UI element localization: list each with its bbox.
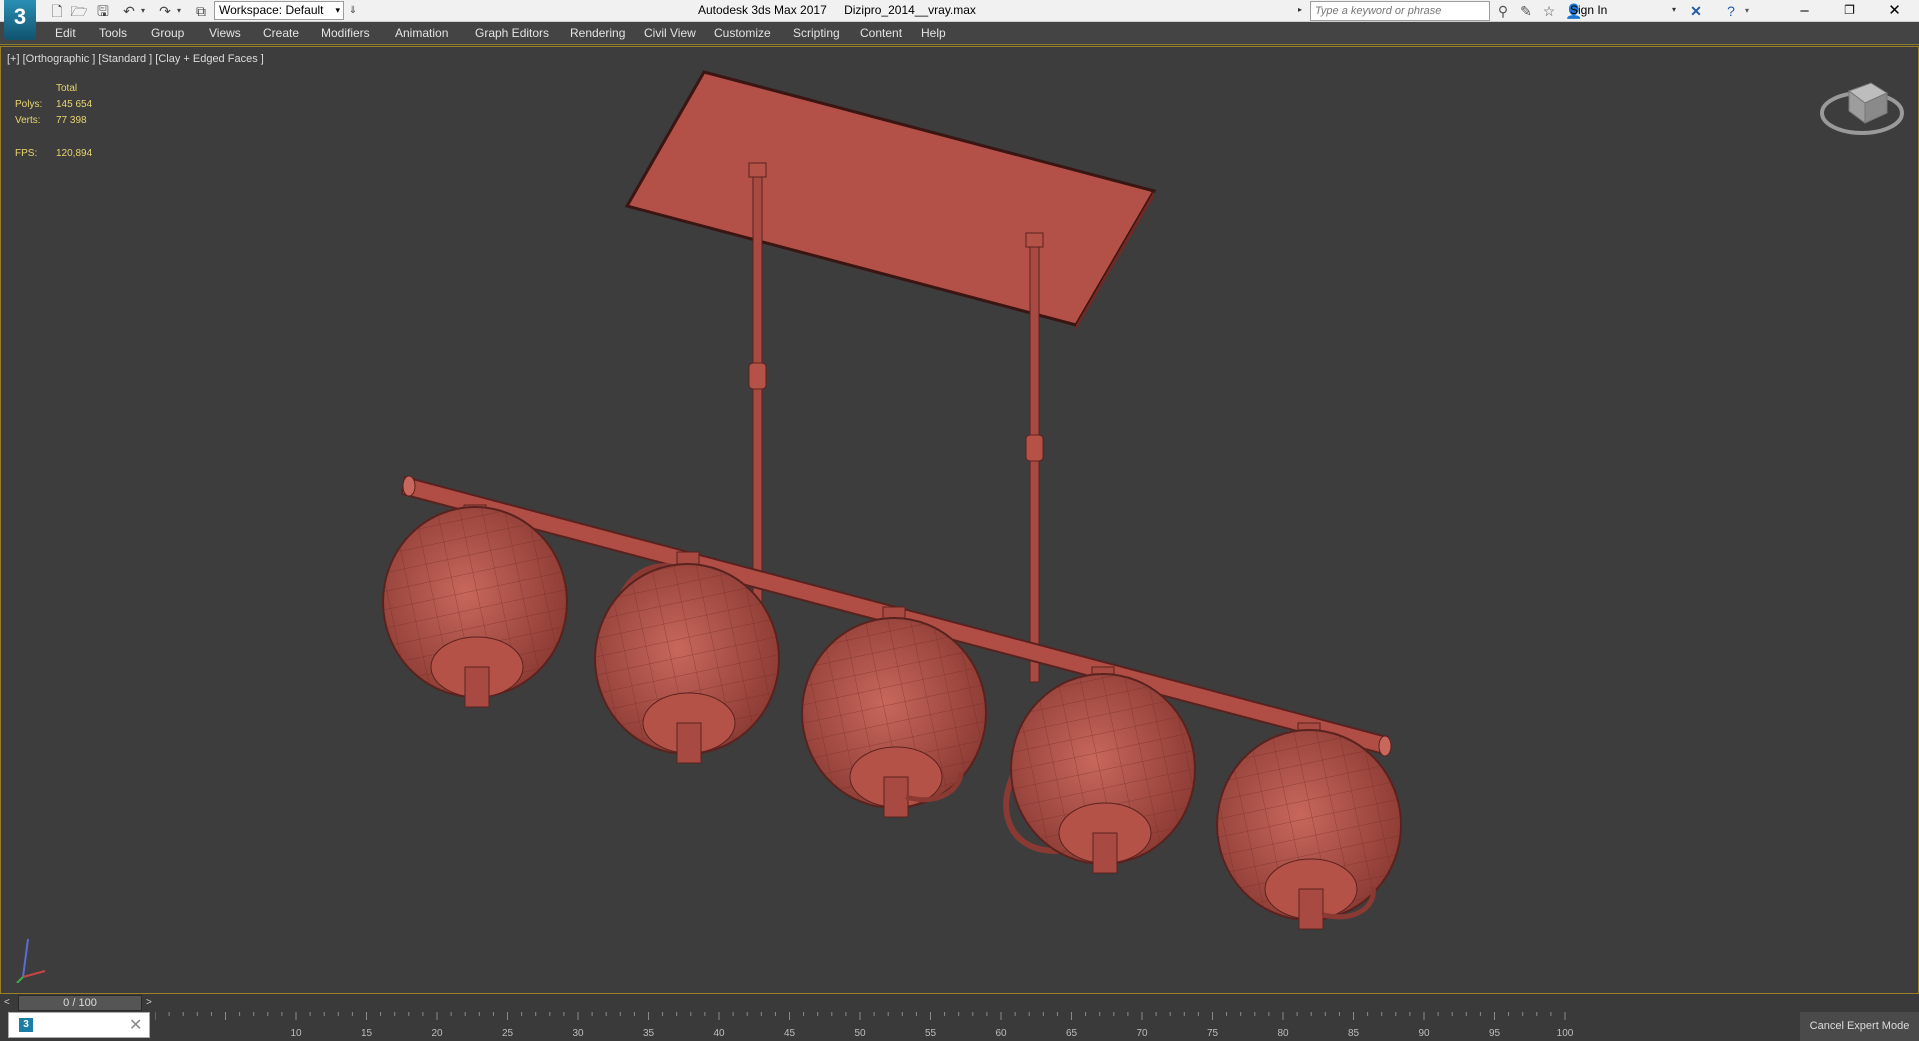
menu-content[interactable]: Content: [860, 26, 902, 40]
timeline-tick-label: 75: [1207, 1028, 1219, 1039]
timeline-tick-label: 35: [643, 1028, 655, 1039]
redo-icon[interactable]: ↷: [156, 2, 174, 20]
subscription-icon[interactable]: ✎: [1517, 2, 1535, 20]
perspective-viewport[interactable]: [+] [Orthographic ] [Standard ] [Clay + …: [0, 46, 1919, 994]
menu-scripting[interactable]: Scripting: [793, 26, 840, 40]
timeline-tick-label: 70: [1136, 1028, 1148, 1039]
timeline-tick-label: 65: [1066, 1028, 1078, 1039]
binoculars-icon[interactable]: ⚲: [1494, 2, 1512, 20]
save-file-icon[interactable]: 🖫: [94, 2, 112, 20]
undo-dropdown-icon[interactable]: ▾: [138, 2, 148, 20]
restore-button[interactable]: ❐: [1827, 0, 1872, 21]
timeline-tick-label: 10: [290, 1028, 302, 1039]
track-bar: 3 ✕ 10 15 20 25 30 35 40 45 50 55 60 65 70 75 80 85 90 95…: [0, 1012, 1919, 1041]
project-folder-icon[interactable]: ⧉: [192, 2, 210, 20]
workspace-select[interactable]: Workspace: Default ▾: [214, 1, 344, 20]
timeline-tick-label: 55: [925, 1028, 937, 1039]
menu-tools[interactable]: Tools: [99, 26, 127, 40]
app-mini-icon: 3: [19, 1018, 33, 1032]
menu-bar: Edit Tools Group Views Create Modifiers …: [0, 22, 1919, 45]
search-expand-icon[interactable]: ▸: [1298, 5, 1302, 14]
workspace-label: Workspace: Default: [219, 3, 324, 17]
stats-fps-value: 120,894: [56, 148, 93, 159]
stats-verts-value: 77 398: [56, 115, 87, 126]
viewport-label[interactable]: [+] [Orthographic ] [Standard ] [Clay + …: [7, 53, 264, 65]
timeline-ruler[interactable]: 10 15 20 25 30 35 40 45 50 55 60 65 70 75 80 85 90 95 100: [155, 1012, 1755, 1041]
menu-customize[interactable]: Customize: [714, 26, 771, 40]
timeline-tick-label: 90: [1418, 1028, 1430, 1039]
axis-tripod-icon: [16, 938, 46, 983]
mini-listener[interactable]: 3 ✕: [8, 1012, 150, 1038]
search-input[interactable]: Type a keyword or phrase: [1310, 1, 1490, 21]
stats-verts-label: Verts:: [15, 115, 41, 126]
stats-polys-value: 145 654: [56, 99, 93, 110]
open-file-icon[interactable]: 🗁: [70, 2, 88, 20]
stats-polys-label: Polys:: [15, 99, 43, 110]
timeline-tick-label: 80: [1277, 1028, 1289, 1039]
chevron-down-icon: ▾: [335, 5, 340, 15]
menu-help[interactable]: Help: [921, 26, 946, 40]
redo-dropdown-icon[interactable]: ▾: [174, 2, 184, 20]
menu-edit[interactable]: Edit: [55, 26, 76, 40]
time-slider[interactable]: 0 / 100: [18, 995, 142, 1011]
close-icon[interactable]: ✕: [129, 1015, 142, 1035]
sign-in-button[interactable]: Sign In: [1570, 3, 1607, 17]
timeline-tick-label: 50: [854, 1028, 866, 1039]
globe-lamp: [382, 504, 568, 708]
menu-rendering[interactable]: Rendering: [570, 26, 625, 40]
timeline-tick-label: 45: [784, 1028, 796, 1039]
next-frame-icon[interactable]: >: [146, 997, 152, 1008]
menu-graph-editors[interactable]: Graph Editors: [475, 26, 549, 40]
sign-in-dropdown-icon[interactable]: ▾: [1672, 5, 1676, 14]
globe-lamp: [1216, 722, 1402, 930]
timeline-tick-label: 25: [502, 1028, 514, 1039]
customize-toolbar-icon[interactable]: ⇓: [346, 2, 360, 20]
menu-group[interactable]: Group: [151, 26, 184, 40]
menu-modifiers[interactable]: Modifiers: [321, 26, 370, 40]
cancel-expert-mode-button[interactable]: Cancel Expert Mode: [1800, 1012, 1919, 1041]
menu-views[interactable]: Views: [209, 26, 241, 40]
timeline-tick-label: 40: [713, 1028, 725, 1039]
minimize-button[interactable]: –: [1782, 0, 1827, 21]
timeline-tick-label: 20: [431, 1028, 443, 1039]
previous-frame-icon[interactable]: <: [4, 997, 10, 1008]
help-icon[interactable]: ?: [1722, 2, 1740, 20]
viewcube-icon[interactable]: [1819, 77, 1905, 143]
timeline-tick-label: 15: [361, 1028, 373, 1039]
timeline-tick-label: 95: [1489, 1028, 1501, 1039]
app-name: Autodesk 3ds Max 2017: [698, 3, 827, 17]
menu-create[interactable]: Create: [263, 26, 299, 40]
timeline-tick-label: 60: [995, 1028, 1007, 1039]
ceiling-plate: [624, 70, 1157, 330]
timeline-tick-label: 100: [1557, 1028, 1574, 1039]
chandelier-model[interactable]: [1, 47, 1918, 993]
undo-icon[interactable]: ↶: [120, 2, 138, 20]
exchange-apps-icon[interactable]: ✕: [1687, 2, 1705, 20]
favorites-star-icon[interactable]: ☆: [1540, 2, 1558, 20]
title-bar: 3 🗋 🗁 🖫 ↶ ▾ ↷ ▾ ⧉ Workspace: Default ▾ ⇓…: [0, 0, 1919, 40]
stats-fps-label: FPS:: [15, 148, 38, 159]
menu-civil-view[interactable]: Civil View: [644, 26, 696, 40]
file-name: Dizipro_2014__vray.max: [844, 3, 976, 17]
globe-lamp: [1003, 666, 1196, 874]
menu-animation[interactable]: Animation: [395, 26, 448, 40]
stats-total-label: Total: [56, 83, 78, 94]
time-slider-bar: < 0 / 100 >: [0, 994, 1919, 1012]
help-dropdown-icon[interactable]: ▾: [1742, 2, 1752, 20]
new-file-icon[interactable]: 🗋: [48, 2, 66, 20]
app-logo-icon[interactable]: 3: [4, 0, 36, 40]
timeline-tick-label: 30: [572, 1028, 584, 1039]
close-button[interactable]: ✕: [1872, 0, 1917, 21]
timeline-tick-label: 85: [1348, 1028, 1360, 1039]
window-title: Autodesk 3ds Max 2017 Dizipro_2014__vray…: [698, 3, 976, 17]
